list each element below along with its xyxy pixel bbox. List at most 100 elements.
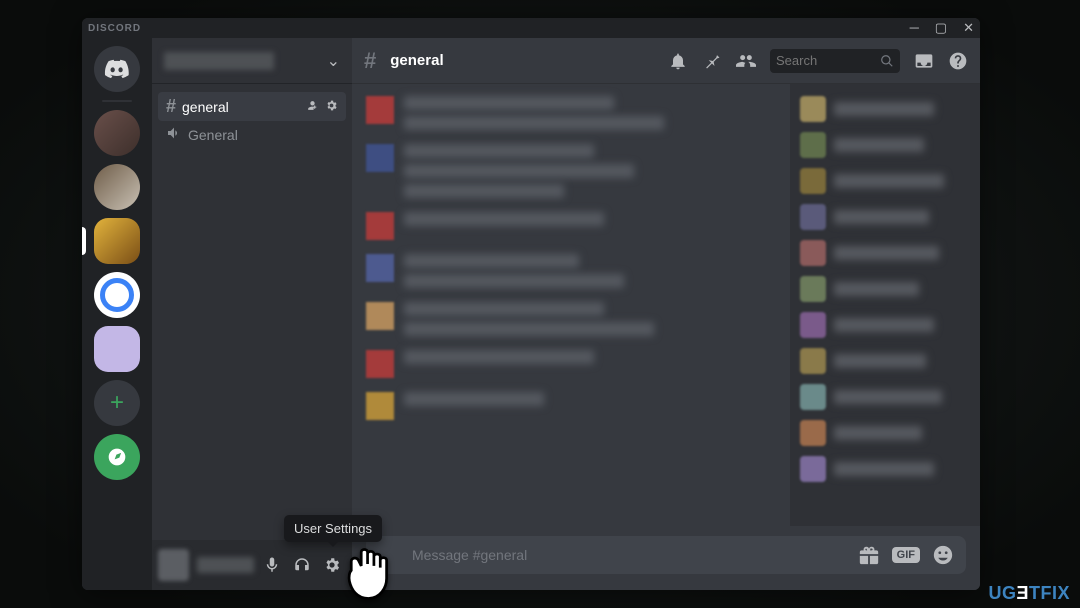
gift-icon[interactable]: [858, 544, 880, 566]
member-row[interactable]: [800, 96, 970, 122]
brand-label: DISCORD: [88, 23, 141, 34]
member-row[interactable]: [800, 204, 970, 230]
message-row: [366, 96, 776, 130]
message-avatar: [366, 212, 394, 240]
search-input[interactable]: [776, 53, 880, 68]
member-avatar: [800, 456, 826, 482]
server-header[interactable]: ⌄: [152, 38, 352, 84]
chevron-down-icon: ⌄: [327, 51, 340, 71]
message-avatar: [366, 302, 394, 330]
text-channel-general[interactable]: # general: [158, 92, 346, 121]
search-box[interactable]: [770, 49, 900, 73]
message-input-area: + GIF: [352, 526, 980, 590]
search-icon: [880, 54, 894, 68]
message-avatar: [366, 350, 394, 378]
member-name: [834, 462, 934, 476]
message-avatar: [366, 392, 394, 420]
message-row: [366, 212, 776, 240]
member-avatar: [800, 168, 826, 194]
server-item[interactable]: [94, 164, 140, 210]
members-icon[interactable]: [736, 51, 756, 71]
channel-list: # general: [152, 84, 352, 540]
member-avatar: [800, 132, 826, 158]
server-item[interactable]: [94, 218, 140, 264]
server-list: +: [82, 38, 152, 590]
invite-icon[interactable]: [306, 99, 319, 115]
member-avatar: [800, 384, 826, 410]
message-avatar: [366, 144, 394, 172]
server-item[interactable]: [94, 326, 140, 372]
member-name: [834, 318, 934, 332]
member-avatar: [800, 312, 826, 338]
member-row[interactable]: [800, 420, 970, 446]
member-avatar: [800, 240, 826, 266]
message-list: [352, 84, 790, 526]
member-avatar: [800, 96, 826, 122]
server-item[interactable]: [94, 272, 140, 318]
user-avatar[interactable]: [158, 549, 189, 581]
window-minimize-button[interactable]: ─: [910, 20, 919, 36]
message-row: [366, 302, 776, 336]
guild-separator: [102, 100, 132, 102]
voice-channel-general[interactable]: General: [158, 121, 346, 148]
message-text: [404, 274, 624, 288]
message-text: [404, 96, 614, 110]
member-row[interactable]: [800, 276, 970, 302]
channel-name: general: [182, 99, 229, 115]
message-row: [366, 350, 776, 378]
titlebar: DISCORD ─ ▢ ✕: [82, 18, 980, 38]
speaker-icon: [166, 125, 182, 144]
watermark: UGETFIX: [988, 583, 1070, 604]
server-item[interactable]: [94, 110, 140, 156]
member-row[interactable]: [800, 312, 970, 338]
home-button[interactable]: [94, 46, 140, 92]
message-input[interactable]: + GIF: [366, 536, 966, 574]
discord-window: DISCORD ─ ▢ ✕ +: [82, 18, 980, 590]
server-name: [164, 52, 274, 70]
member-avatar: [800, 204, 826, 230]
message-text: [404, 164, 634, 178]
member-name: [834, 102, 934, 116]
add-server-button[interactable]: +: [94, 380, 140, 426]
hash-icon: #: [364, 48, 376, 74]
message-text: [404, 184, 564, 198]
member-row[interactable]: [800, 384, 970, 410]
gear-icon[interactable]: [325, 99, 338, 115]
chat-header: # general: [352, 38, 980, 84]
window-maximize-button[interactable]: ▢: [935, 20, 947, 36]
gif-button[interactable]: GIF: [892, 547, 920, 563]
channel-name: General: [188, 127, 238, 143]
message-text: [404, 116, 664, 130]
member-row[interactable]: [800, 132, 970, 158]
member-row[interactable]: [800, 168, 970, 194]
chat-area: # general: [352, 38, 980, 590]
emoji-icon[interactable]: [932, 544, 954, 566]
message-row: [366, 144, 776, 198]
help-icon[interactable]: [948, 51, 968, 71]
user-settings-button[interactable]: [318, 551, 346, 579]
member-name: [834, 138, 924, 152]
member-name: [834, 282, 919, 296]
member-avatar: [800, 348, 826, 374]
window-close-button[interactable]: ✕: [963, 20, 974, 36]
message-text: [404, 322, 654, 336]
deafen-button[interactable]: [288, 551, 316, 579]
member-row[interactable]: [800, 240, 970, 266]
message-textbox[interactable]: [412, 547, 846, 563]
message-text: [404, 302, 604, 316]
explore-servers-button[interactable]: [94, 434, 140, 480]
member-name: [834, 390, 942, 404]
member-list: [790, 84, 980, 526]
member-name: [834, 354, 926, 368]
mute-button[interactable]: [258, 551, 286, 579]
message-text: [404, 144, 594, 158]
pinned-icon[interactable]: [702, 51, 722, 71]
member-row[interactable]: [800, 348, 970, 374]
message-text: [404, 350, 594, 364]
member-avatar: [800, 276, 826, 302]
inbox-icon[interactable]: [914, 51, 934, 71]
notifications-icon[interactable]: [668, 51, 688, 71]
message-text: [404, 392, 544, 406]
member-row[interactable]: [800, 456, 970, 482]
username: [197, 557, 254, 573]
